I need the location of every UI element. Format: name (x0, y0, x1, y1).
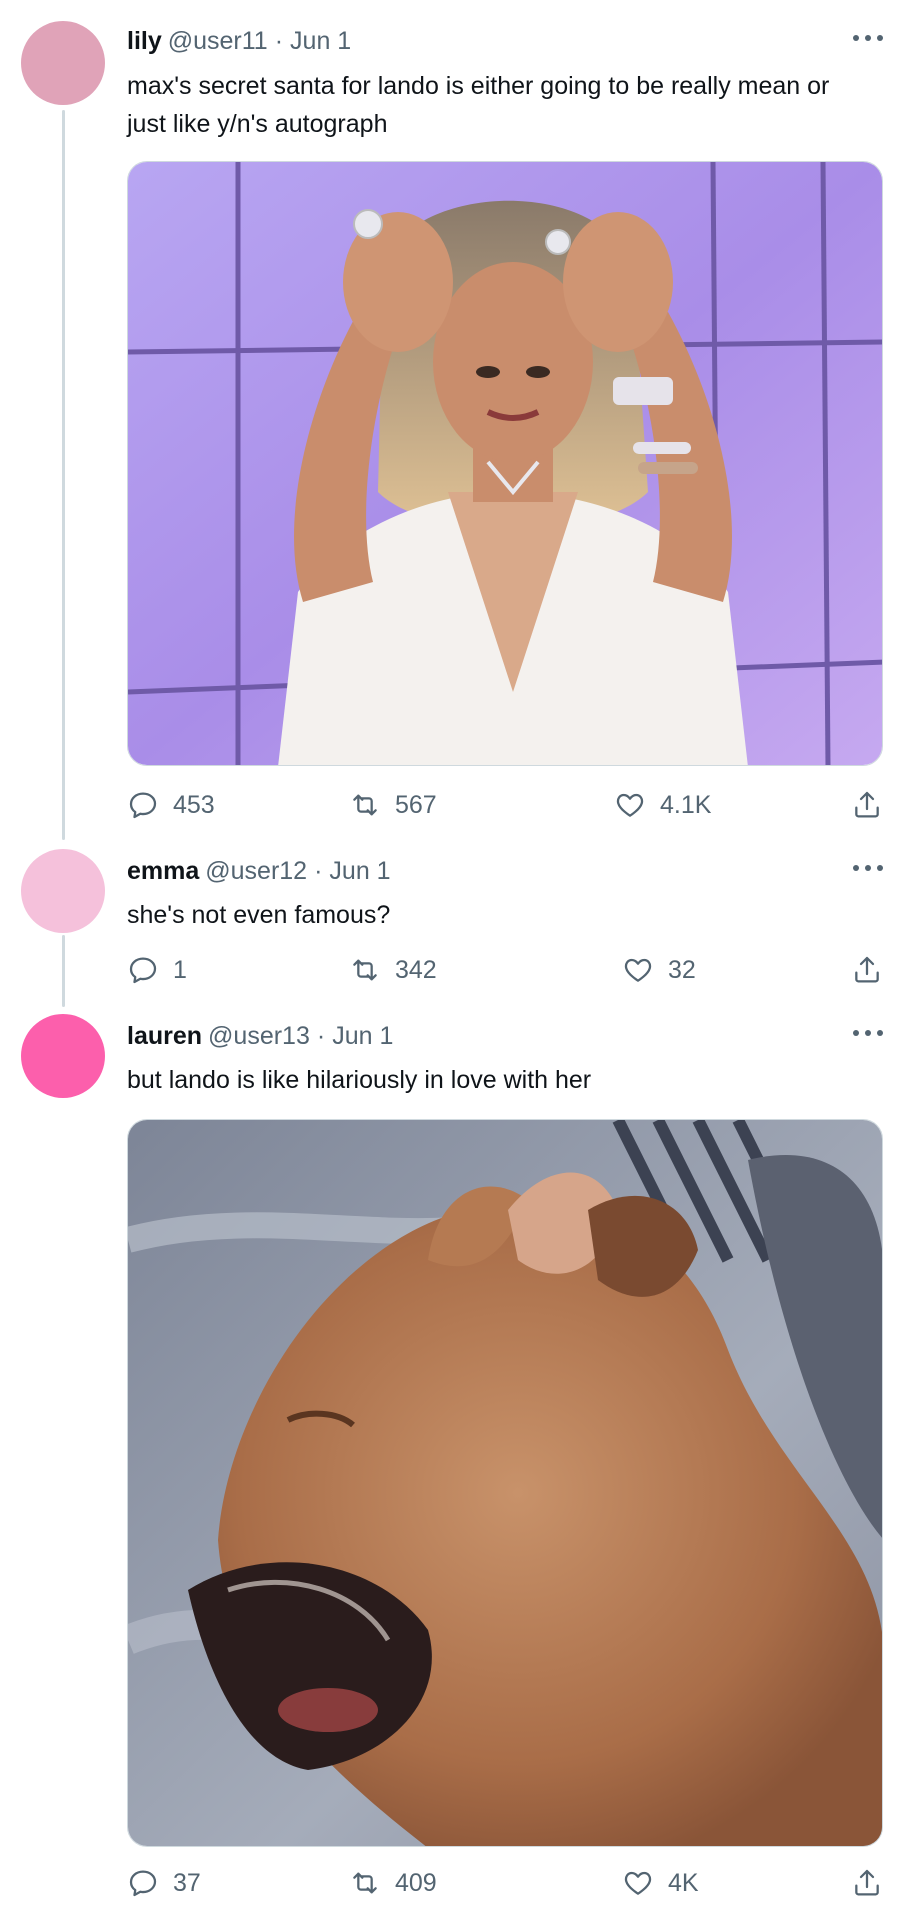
reply-count: 37 (173, 1868, 201, 1897)
display-name[interactable]: lauren (127, 1022, 202, 1051)
retweet-count: 409 (395, 1868, 437, 1897)
avatar[interactable] (21, 21, 105, 105)
retweet-icon (353, 1872, 377, 1894)
like-count: 4K (668, 1868, 699, 1897)
reply-button[interactable]: 1 (127, 950, 187, 990)
timestamp[interactable]: Jun 1 (329, 857, 390, 886)
separator-dot: · (274, 26, 284, 55)
retweet-button[interactable]: 409 (349, 1863, 437, 1903)
reply-icon (129, 792, 157, 819)
tweet-header: emma @user12 · Jun 1 (127, 854, 885, 888)
avatar[interactable] (21, 1014, 105, 1098)
like-button[interactable]: 4K (622, 1863, 699, 1903)
heart-icon (624, 1871, 652, 1895)
username[interactable]: @user13 (208, 1022, 310, 1051)
share-button[interactable] (851, 1863, 883, 1903)
retweet-count: 567 (395, 790, 437, 819)
retweet-count: 342 (395, 955, 437, 984)
reply-button[interactable]: 37 (127, 1863, 201, 1903)
like-button[interactable]: 32 (622, 950, 696, 990)
tweet-header: lauren @user13 · Jun 1 (127, 1019, 885, 1053)
tweet[interactable]: lily @user11 · Jun 1 max's secret santa … (0, 0, 905, 830)
share-icon (855, 791, 879, 818)
retweet-button[interactable]: 567 (349, 785, 437, 825)
tweet[interactable]: emma @user12 · Jun 1 she's not even famo… (0, 840, 905, 1005)
timestamp[interactable]: Jun 1 (332, 1022, 393, 1051)
tweet-actions: 1 342 32 (127, 950, 883, 990)
more-icon[interactable] (853, 861, 883, 875)
tweet[interactable]: lauren @user13 · Jun 1 but lando is like… (0, 1005, 905, 1920)
like-count: 32 (668, 955, 696, 984)
tweet-actions: 37 409 4K (127, 1863, 883, 1903)
display-name[interactable]: lily (127, 27, 162, 56)
username[interactable]: @user11 (168, 27, 268, 56)
like-button[interactable]: 4.1K (614, 785, 711, 825)
share-button[interactable] (851, 785, 883, 825)
more-icon[interactable] (853, 1026, 883, 1040)
reply-count: 453 (173, 790, 215, 819)
timestamp[interactable]: Jun 1 (290, 27, 351, 56)
dog-photo-illustration (128, 1120, 882, 1846)
username[interactable]: @user12 (205, 857, 307, 886)
reply-button[interactable]: 453 (127, 785, 215, 825)
share-button[interactable] (851, 950, 883, 990)
share-icon (855, 1869, 879, 1896)
heart-icon (616, 793, 644, 817)
tweet-actions: 453 567 4.1K (127, 785, 883, 825)
avatar[interactable] (21, 849, 105, 933)
share-icon (855, 956, 879, 983)
woman-photo-illustration (128, 162, 882, 765)
tweet-image[interactable] (127, 1119, 883, 1847)
more-icon[interactable] (853, 31, 883, 45)
tweet-text: she's not even famous? (127, 901, 391, 929)
reply-icon (129, 957, 157, 984)
like-count: 4.1K (660, 790, 712, 819)
separator-dot: · (316, 1021, 326, 1050)
tweet-text: max's secret santa for lando is either g… (127, 72, 830, 138)
heart-icon (624, 958, 652, 982)
retweet-icon (353, 959, 377, 981)
separator-dot: · (314, 856, 323, 885)
reply-icon (129, 1870, 157, 1897)
tweet-text: but lando is like hilariously in love wi… (127, 1066, 592, 1094)
display-name[interactable]: emma (127, 857, 199, 886)
reply-count: 1 (173, 955, 187, 984)
retweet-button[interactable]: 342 (349, 950, 437, 990)
tweet-header: lily @user11 · Jun 1 (127, 24, 885, 58)
retweet-icon (353, 794, 377, 816)
tweet-image[interactable] (127, 161, 883, 766)
